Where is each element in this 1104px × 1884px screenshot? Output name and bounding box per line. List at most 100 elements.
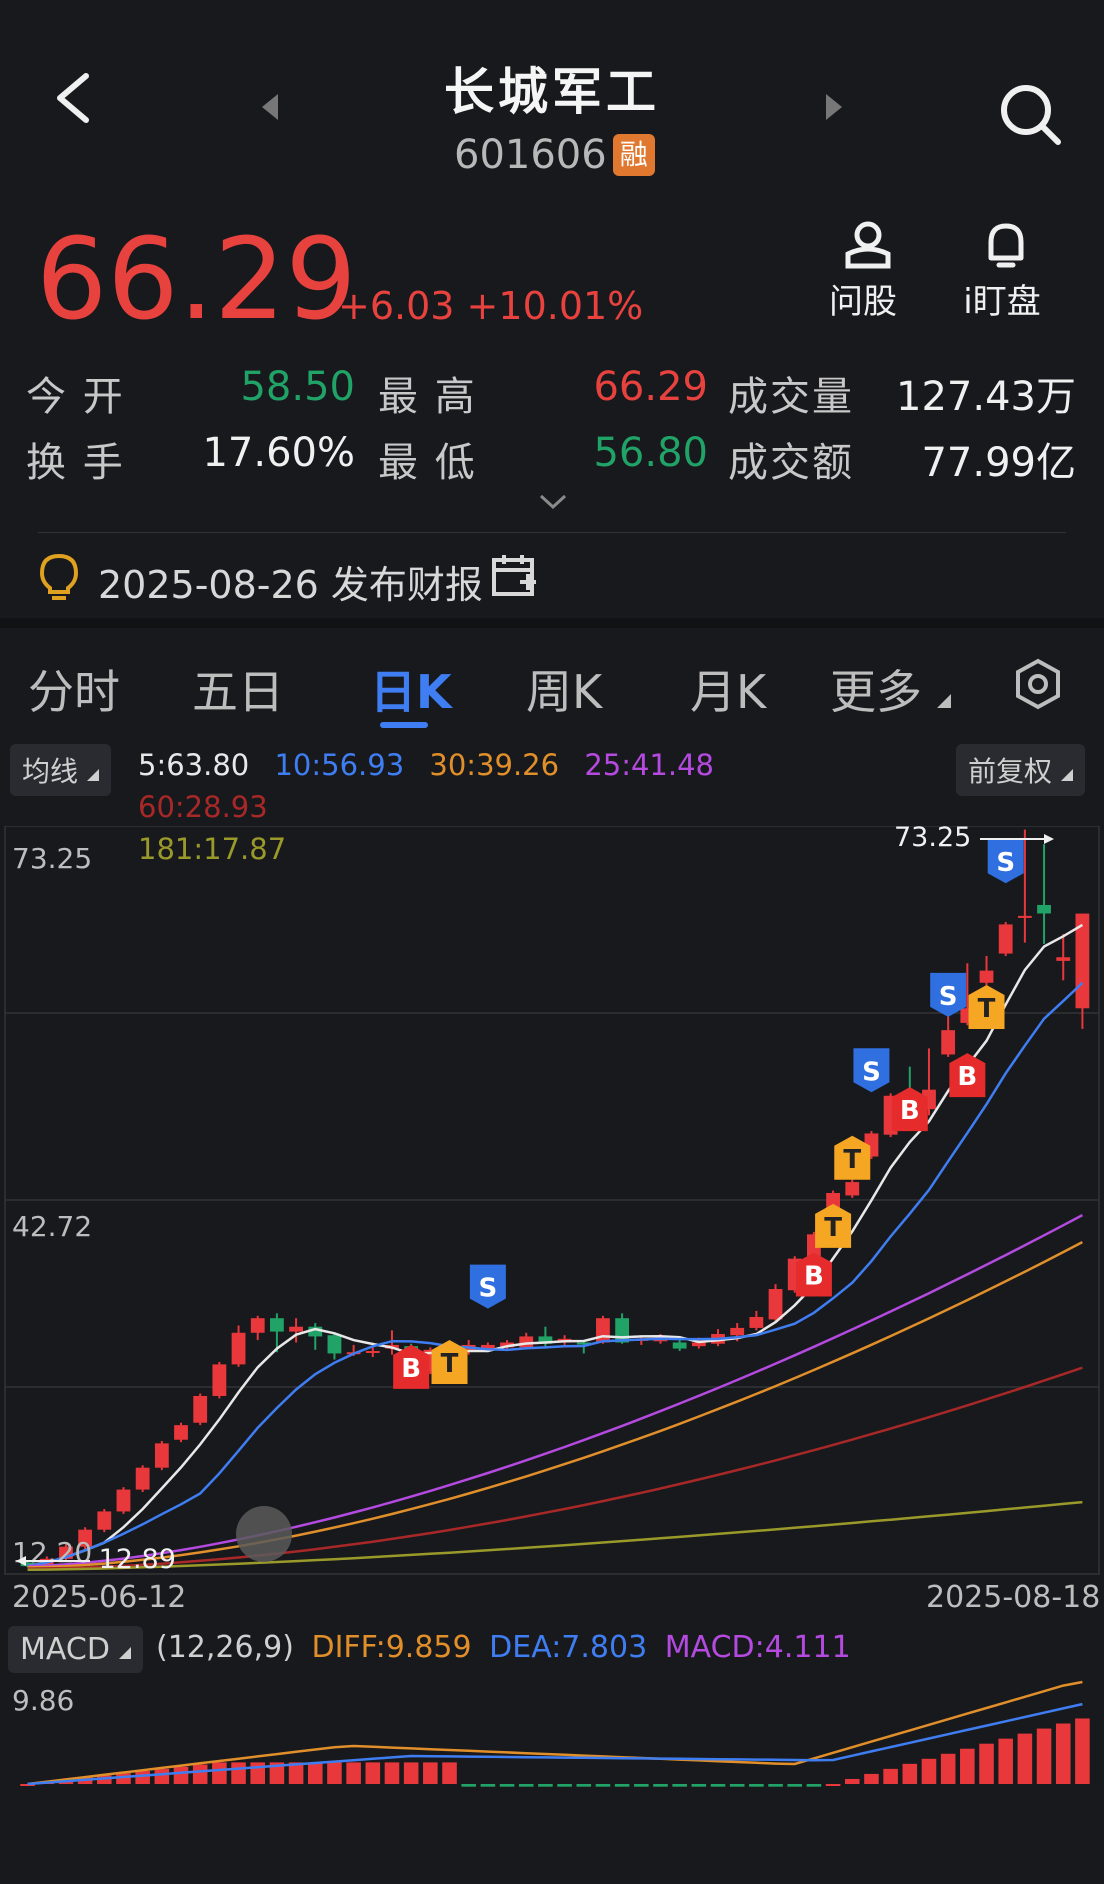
dropdown-triangle-icon xyxy=(1060,769,1073,781)
divider xyxy=(38,532,1066,533)
tab-weekly-k[interactable]: 周K xyxy=(526,656,602,722)
high-value: 66.29 xyxy=(593,364,708,410)
low-label: 最 低 xyxy=(378,440,477,486)
turnover-label: 换 手 xyxy=(26,440,125,486)
candle-body xyxy=(135,1467,150,1490)
candle xyxy=(174,1422,188,1443)
chart-grid xyxy=(4,826,1100,1575)
ma10-line xyxy=(27,981,1084,1568)
candle-body xyxy=(327,1335,342,1354)
candle-body xyxy=(1037,904,1051,914)
expand-button[interactable] xyxy=(538,492,568,516)
candle-body xyxy=(154,1443,169,1468)
hexagon-settings-icon xyxy=(1016,658,1060,710)
macd-bar xyxy=(595,1784,611,1787)
tab-more-label: 更多 xyxy=(830,665,922,719)
candle xyxy=(97,1509,112,1533)
macd-bar xyxy=(1017,1733,1033,1784)
signal-letter: T xyxy=(824,1213,842,1243)
candle-body xyxy=(193,1395,208,1423)
signal-s-badge: S xyxy=(469,1264,506,1309)
tab-daily-k[interactable]: 日K xyxy=(370,656,452,722)
macd-bar xyxy=(979,1743,994,1784)
macd-bar xyxy=(499,1784,515,1787)
macd-bar xyxy=(538,1784,553,1787)
ma60-value: 60:28.93 xyxy=(138,790,268,824)
candle xyxy=(154,1440,169,1471)
macd-bar xyxy=(135,1771,150,1784)
macd-bar xyxy=(518,1784,534,1787)
signal-b-badge: B xyxy=(949,1053,986,1098)
macd-bar xyxy=(998,1738,1013,1784)
macd-bar xyxy=(231,1762,246,1784)
macd-bar xyxy=(940,1753,956,1784)
stock-code: 601606 xyxy=(454,132,607,178)
macd-bar xyxy=(768,1784,783,1787)
signal-letter: B xyxy=(804,1261,824,1291)
change-amount: +6.03 xyxy=(338,284,455,328)
adjust-button[interactable]: 前复权 xyxy=(956,744,1085,796)
candle-body xyxy=(768,1289,783,1320)
ma181-line xyxy=(27,1500,1083,1572)
macd-button-label: MACD xyxy=(20,1632,110,1667)
signal-letter: T xyxy=(441,1349,459,1379)
search-button[interactable] xyxy=(998,82,1064,152)
dropdown-triangle-icon xyxy=(86,769,99,781)
macd-bar xyxy=(1055,1723,1071,1784)
signal-letter: S xyxy=(939,982,958,1012)
macd-bar xyxy=(883,1768,898,1784)
signal-letter: T xyxy=(843,1145,861,1175)
chart-badge-button[interactable] xyxy=(236,1506,292,1562)
candle-body xyxy=(116,1489,131,1512)
chevron-down-icon xyxy=(539,494,567,510)
candle-body xyxy=(845,1182,860,1196)
macd-histogram xyxy=(20,1718,1090,1787)
macd-bar xyxy=(806,1784,822,1787)
candlestick-chart[interactable]: B TS BTTSBSBTS xyxy=(0,826,1104,1576)
candle-body xyxy=(672,1342,687,1349)
adjust-button-label: 前复权 xyxy=(968,755,1053,788)
amount-label: 成交额 xyxy=(728,440,854,486)
signal-letter: B xyxy=(957,1062,977,1092)
candle xyxy=(308,1323,323,1350)
tab-more[interactable]: 更多 xyxy=(830,656,951,722)
macd-bar xyxy=(960,1748,975,1784)
margin-badge: 融 xyxy=(612,134,655,176)
signal-letter: S xyxy=(862,1057,881,1087)
macd-bar xyxy=(480,1784,496,1787)
candle xyxy=(768,1284,783,1322)
signal-s-badge: S xyxy=(853,1048,890,1093)
chart-settings-button[interactable] xyxy=(1012,658,1064,714)
candle-body xyxy=(615,1318,630,1343)
y-label-top: 73.25 xyxy=(12,842,93,875)
tab-five-day[interactable]: 五日 xyxy=(192,656,284,722)
macd-chart[interactable] xyxy=(0,1676,1104,1884)
ma-button[interactable]: 均线 xyxy=(10,744,111,796)
candle-body xyxy=(1056,957,1071,961)
macd-value: MACD:4.111 xyxy=(664,1630,851,1665)
volume-label: 成交量 xyxy=(728,374,854,420)
candle xyxy=(538,1326,553,1349)
calendar-add-icon xyxy=(492,555,536,596)
amount-value: 77.99亿 xyxy=(921,440,1076,486)
ma-button-label: 均线 xyxy=(22,755,79,788)
tab-intraday[interactable]: 分时 xyxy=(28,656,120,722)
ma30-value: 30:39.26 xyxy=(429,748,560,782)
macd-bar xyxy=(1036,1728,1052,1784)
y-label-mid: 42.72 xyxy=(12,1210,93,1243)
signal-letter: B xyxy=(401,1354,421,1384)
add-calendar-button[interactable] xyxy=(490,552,538,604)
start-date: 2025-06-12 xyxy=(12,1580,187,1615)
ask-stock-button[interactable]: 问股 xyxy=(829,220,904,323)
tab-monthly-k[interactable]: 月K xyxy=(690,656,766,722)
macd-bar xyxy=(653,1784,668,1787)
current-price: 66.29 xyxy=(36,215,357,345)
candle-body xyxy=(250,1318,265,1333)
macd-bar xyxy=(864,1773,879,1784)
candle xyxy=(135,1465,150,1492)
monitor-button[interactable]: i盯盘 xyxy=(963,220,1046,323)
macd-dea: DEA:7.803 xyxy=(489,1630,648,1665)
macd-button[interactable]: MACD xyxy=(8,1626,144,1673)
low-value: 56.80 xyxy=(593,430,708,476)
macd-bar xyxy=(634,1784,649,1787)
